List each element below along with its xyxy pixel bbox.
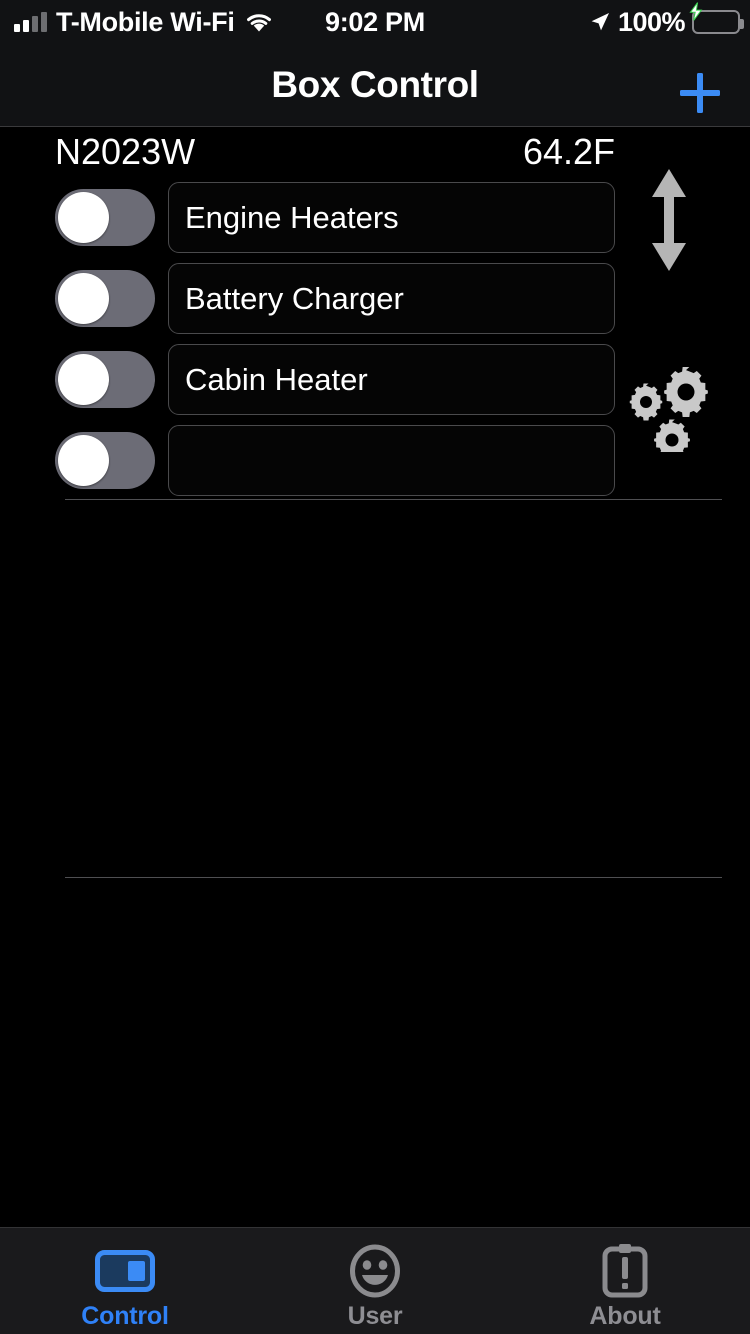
page-title: Box Control bbox=[271, 64, 479, 105]
tail-number-label: N2023W bbox=[55, 131, 196, 172]
tab-control[interactable]: Control bbox=[0, 1228, 250, 1334]
section-divider-top bbox=[65, 499, 722, 500]
toggle-knob bbox=[58, 192, 109, 243]
control-row bbox=[0, 425, 750, 506]
tab-user-label: User bbox=[347, 1302, 403, 1330]
tab-bar: Control User About bbox=[0, 1227, 750, 1334]
toggle-knob bbox=[58, 273, 109, 324]
toggle-switch-cabin-heater[interactable] bbox=[55, 351, 155, 408]
battery-percent-label: 100% bbox=[617, 6, 686, 37]
control-row: Battery Charger bbox=[0, 263, 750, 344]
plus-icon bbox=[680, 73, 720, 113]
toggle-knob bbox=[58, 354, 109, 405]
section-divider-bottom bbox=[65, 877, 722, 878]
main-content: N2023W 64.2F Engine Heaters Battery Char… bbox=[0, 127, 750, 1227]
device-name-input[interactable]: Cabin Heater bbox=[168, 344, 615, 415]
device-name-input[interactable]: Engine Heaters bbox=[168, 182, 615, 253]
smiley-face-icon bbox=[349, 1244, 401, 1298]
tab-user[interactable]: User bbox=[250, 1228, 500, 1334]
clipboard-info-icon bbox=[601, 1244, 649, 1298]
device-name-input[interactable] bbox=[168, 425, 615, 496]
device-header: N2023W 64.2F bbox=[0, 127, 750, 179]
toggle-switch-engine-heaters[interactable] bbox=[55, 189, 155, 246]
tab-about[interactable]: About bbox=[500, 1228, 750, 1334]
toggle-panel-icon bbox=[95, 1244, 155, 1298]
battery-charging-icon bbox=[689, 2, 744, 34]
device-name-input[interactable]: Battery Charger bbox=[168, 263, 615, 334]
nav-bar: Box Control bbox=[0, 44, 750, 127]
tab-about-label: About bbox=[589, 1302, 661, 1330]
control-row: Cabin Heater bbox=[0, 344, 750, 425]
tab-control-label: Control bbox=[81, 1302, 169, 1330]
add-button[interactable] bbox=[672, 65, 728, 121]
toggle-knob bbox=[58, 435, 109, 486]
location-arrow-icon bbox=[589, 11, 611, 33]
control-rows: Engine Heaters Battery Charger Cabin Hea… bbox=[0, 182, 750, 506]
app-screen: T-Mobile Wi-Fi 9:02 PM 100% Box Control … bbox=[0, 0, 750, 1334]
control-row: Engine Heaters bbox=[0, 182, 750, 263]
toggle-switch-battery-charger[interactable] bbox=[55, 270, 155, 327]
status-bar-right: 100% bbox=[589, 0, 744, 44]
status-bar: T-Mobile Wi-Fi 9:02 PM 100% bbox=[0, 0, 750, 44]
toggle-switch-empty[interactable] bbox=[55, 432, 155, 489]
temperature-label: 64.2F bbox=[522, 131, 615, 172]
